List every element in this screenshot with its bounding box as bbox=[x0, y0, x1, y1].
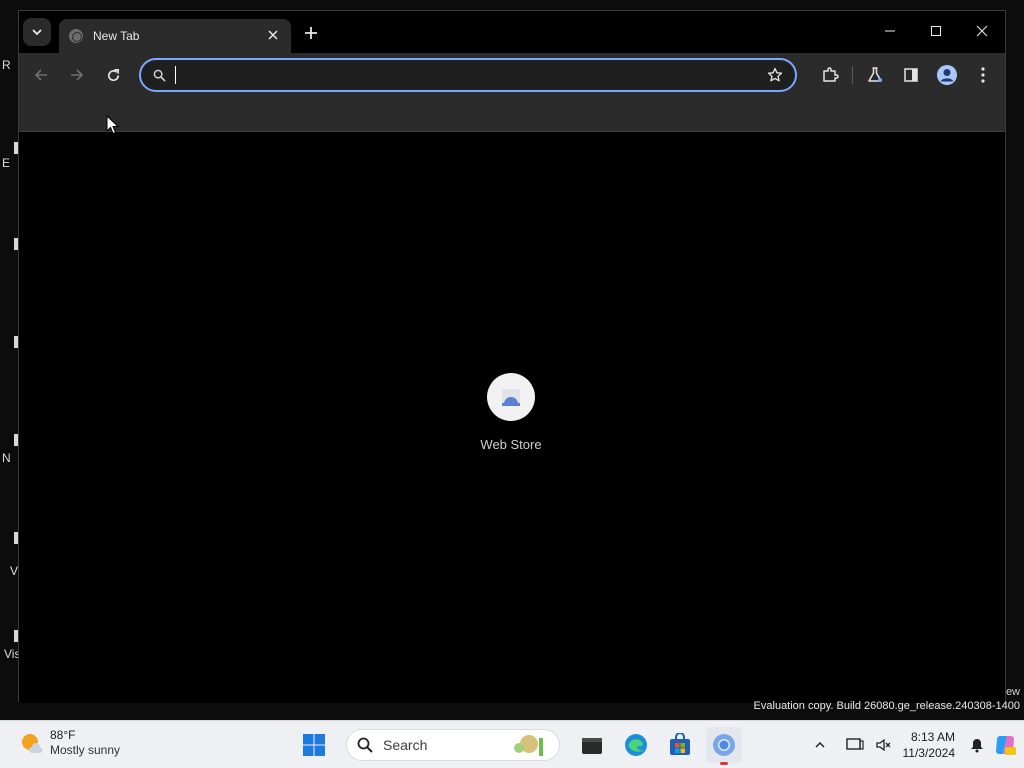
flask-icon bbox=[868, 67, 882, 82]
side-panel-icon bbox=[904, 68, 918, 82]
title-bar[interactable]: New Tab bbox=[19, 11, 1005, 53]
active-app-indicator bbox=[720, 762, 728, 765]
search-icon bbox=[357, 737, 373, 753]
reload-icon bbox=[107, 68, 119, 81]
clock[interactable]: 8:13 AM 11/3/2024 bbox=[903, 729, 956, 761]
web-store-icon bbox=[502, 389, 520, 406]
new-tab-button[interactable] bbox=[299, 21, 323, 45]
chrome-icon bbox=[713, 734, 735, 756]
system-tray: 8:13 AM 11/3/2024 bbox=[806, 727, 1024, 763]
arrow-left-icon bbox=[34, 69, 47, 81]
desktop-icon-label[interactable]: E bbox=[2, 156, 10, 170]
taskbar-file-explorer[interactable] bbox=[574, 727, 610, 763]
clock-time: 8:13 AM bbox=[910, 730, 955, 744]
menu-button[interactable] bbox=[965, 61, 1001, 89]
profile-button[interactable] bbox=[929, 61, 965, 89]
show-hidden-icons-button[interactable] bbox=[807, 732, 833, 758]
network-button[interactable] bbox=[842, 732, 868, 758]
chevron-up-icon bbox=[814, 741, 825, 748]
watermark-fragment: ew bbox=[1005, 686, 1020, 698]
close-tab-button[interactable] bbox=[265, 28, 281, 44]
weather-widget[interactable]: 88°F Mostly sunny bbox=[18, 728, 120, 758]
edge-icon bbox=[625, 734, 647, 756]
windows-logo-icon bbox=[303, 734, 325, 756]
desktop-icon-label[interactable]: N bbox=[2, 451, 11, 465]
bookmark-star-button[interactable] bbox=[765, 65, 785, 85]
minimize-button[interactable] bbox=[867, 11, 913, 51]
window-controls bbox=[867, 11, 1005, 51]
new-tab-page: Web Store bbox=[19, 133, 1005, 703]
shortcut-web-store[interactable]: Web Store bbox=[471, 373, 551, 452]
speaker-muted-icon bbox=[875, 738, 890, 752]
clock-date: 11/3/2024 bbox=[902, 746, 956, 760]
weather-condition: Mostly sunny bbox=[50, 743, 121, 757]
taskbar: 88°F Mostly sunny Search 8:13 AM 11/3/20… bbox=[0, 720, 1024, 768]
toolbar-actions bbox=[812, 61, 1001, 89]
maximize-button[interactable] bbox=[913, 11, 959, 51]
minimize-icon bbox=[885, 30, 895, 32]
puzzle-icon bbox=[823, 67, 839, 82]
shortcut-label: Web Store bbox=[480, 437, 542, 452]
desktop-icon-label[interactable]: V bbox=[10, 564, 18, 578]
evaluation-watermark: Evaluation copy. Build 26080.ge_release.… bbox=[753, 700, 1020, 712]
search-highlight-icon bbox=[514, 735, 543, 756]
avatar-icon bbox=[937, 65, 957, 85]
close-window-button[interactable] bbox=[959, 11, 1005, 51]
toolbar-divider bbox=[852, 66, 853, 84]
star-icon bbox=[767, 67, 783, 82]
bookmark-bar bbox=[19, 97, 1005, 132]
desktop-icon-label[interactable]: R bbox=[2, 58, 11, 72]
globe-icon bbox=[69, 29, 83, 43]
kebab-menu-icon bbox=[981, 67, 985, 83]
arrow-right-icon bbox=[71, 69, 84, 81]
tab-new-tab[interactable]: New Tab bbox=[59, 19, 291, 53]
extensions-button[interactable] bbox=[812, 61, 848, 89]
address-input[interactable] bbox=[175, 66, 765, 84]
taskbar-search-label: Search bbox=[383, 737, 428, 753]
taskbar-apps: Search bbox=[292, 727, 746, 765]
taskbar-search-box[interactable]: Search bbox=[346, 729, 560, 761]
weather-text: 88°F Mostly sunny bbox=[50, 728, 120, 758]
start-button[interactable] bbox=[296, 727, 332, 763]
forward-button[interactable] bbox=[63, 61, 91, 89]
tab-search-button[interactable] bbox=[23, 18, 51, 46]
plus-icon bbox=[305, 27, 317, 39]
taskbar-chrome[interactable] bbox=[706, 727, 742, 765]
taskbar-edge[interactable] bbox=[618, 727, 654, 763]
taskbar-store[interactable] bbox=[662, 727, 698, 763]
terminal-icon bbox=[582, 738, 602, 754]
reload-button[interactable] bbox=[99, 61, 127, 89]
monitor-icon bbox=[845, 738, 864, 750]
labs-button[interactable] bbox=[857, 61, 893, 89]
close-icon bbox=[976, 25, 988, 37]
weather-temperature: 88°F bbox=[50, 728, 76, 742]
mouse-cursor-icon bbox=[106, 115, 120, 135]
tab-title: New Tab bbox=[93, 29, 140, 43]
close-icon bbox=[268, 30, 278, 40]
store-icon bbox=[670, 733, 690, 755]
side-panel-button[interactable] bbox=[893, 61, 929, 89]
browser-window: New Tab Web Store bbox=[18, 10, 1006, 703]
back-button[interactable] bbox=[27, 61, 55, 89]
web-store-shortcut-tile[interactable] bbox=[487, 373, 535, 421]
sun-icon bbox=[22, 734, 43, 754]
address-bar[interactable] bbox=[139, 58, 797, 92]
bell-icon bbox=[971, 739, 983, 753]
maximize-icon bbox=[931, 26, 941, 36]
copilot-button[interactable] bbox=[992, 732, 1018, 758]
notifications-button[interactable] bbox=[964, 732, 990, 758]
toolbar bbox=[19, 53, 1005, 97]
search-icon bbox=[151, 67, 167, 83]
copilot-icon bbox=[996, 736, 1016, 755]
chevron-down-icon bbox=[32, 29, 42, 36]
volume-button[interactable] bbox=[870, 732, 896, 758]
